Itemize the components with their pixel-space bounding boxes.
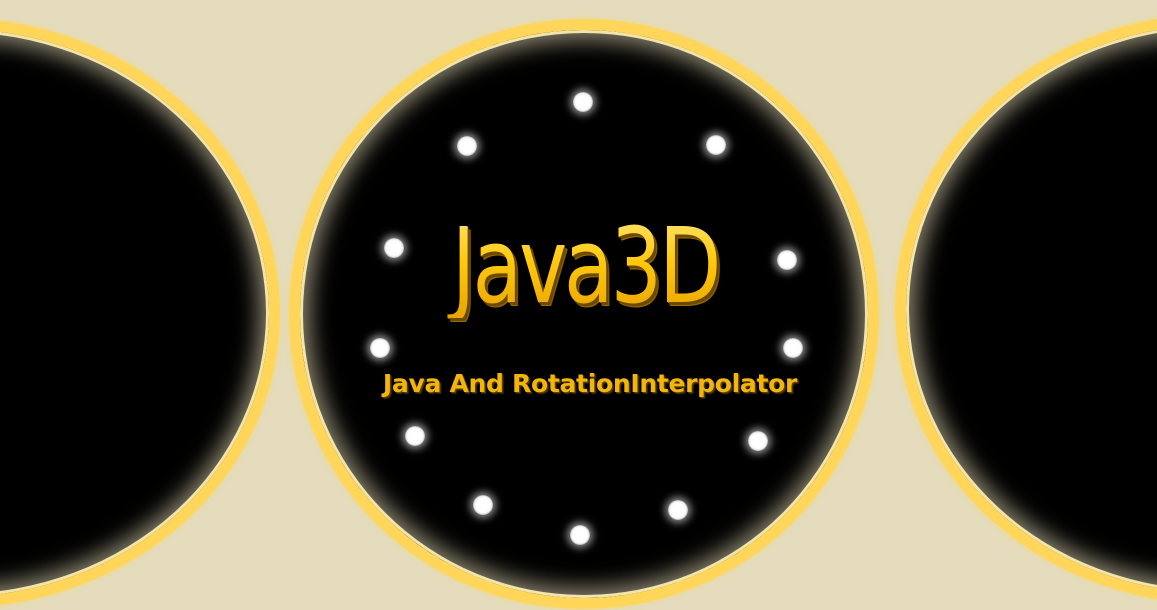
light-dot [668, 500, 688, 520]
light-dot [748, 431, 768, 451]
light-dot [405, 426, 425, 446]
light-dot [777, 250, 797, 270]
light-dot [573, 92, 593, 112]
light-dot [783, 338, 803, 358]
light-dot [457, 136, 477, 156]
java3d-banner: Java3D Java And RotationInterpolator [0, 0, 1157, 610]
light-dot [370, 338, 390, 358]
banner-title: Java3D [445, 214, 726, 318]
right-black-disc [895, 14, 1157, 604]
light-dot [706, 135, 726, 155]
light-dot [384, 238, 404, 258]
left-black-disc [0, 18, 280, 608]
light-dot [570, 525, 590, 545]
light-dot [473, 495, 493, 515]
banner-subtitle: Java And RotationInterpolator [382, 369, 798, 398]
